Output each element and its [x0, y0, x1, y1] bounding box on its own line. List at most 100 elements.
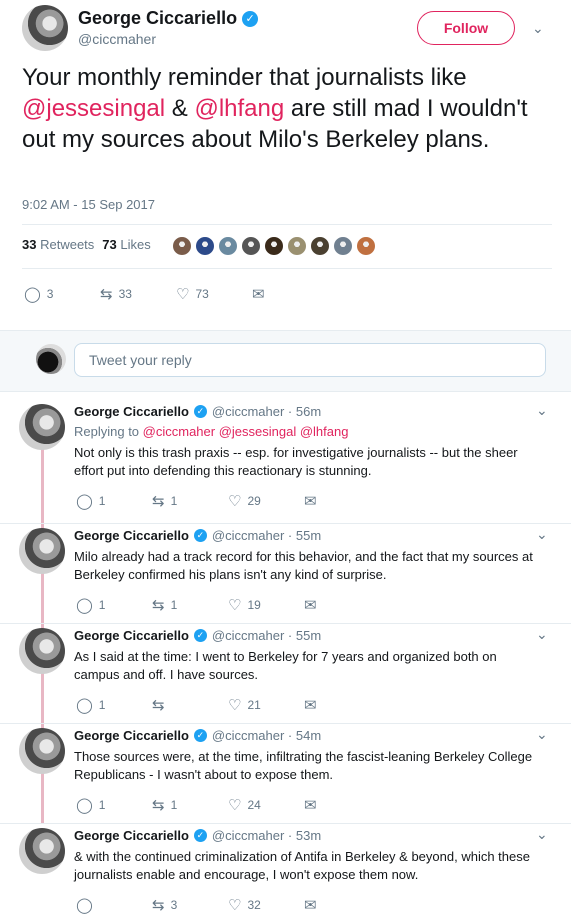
avatar[interactable]: [19, 828, 65, 874]
author-name[interactable]: George Ciccariello: [74, 828, 189, 843]
retweets-label: Retweets: [40, 237, 95, 252]
liker-avatar[interactable]: [264, 236, 284, 256]
dm-action[interactable]: ✉: [252, 285, 265, 303]
liker-avatar[interactable]: [333, 236, 353, 256]
author-name[interactable]: George Ciccariello: [74, 728, 189, 743]
retweet-action[interactable]: ⇆ 3: [152, 896, 228, 914]
likes-count: 73: [102, 237, 117, 252]
tweet-actions: ◯ 1 ⇆ 1 ♡ 19 ✉: [76, 596, 317, 614]
like-action[interactable]: ♡ 21: [228, 696, 304, 714]
author-handle[interactable]: @ciccmaher · 53m: [212, 828, 321, 843]
verified-icon: ✓: [193, 529, 207, 542]
avatar[interactable]: [19, 404, 65, 450]
author-name[interactable]: George Ciccariello: [74, 404, 189, 419]
chevron-down-icon[interactable]: ⌄: [536, 626, 548, 643]
avatar[interactable]: [19, 528, 65, 574]
dm-action[interactable]: ✉: [304, 896, 317, 914]
liker-avatar[interactable]: [241, 236, 261, 256]
like-count: 19: [247, 598, 261, 612]
mention-link[interactable]: @ciccmaher @jessesingal @lhfang: [143, 424, 349, 439]
dm-action[interactable]: ✉: [304, 696, 317, 714]
reply-tweet[interactable]: George Ciccariello ✓ @ciccmaher · 54m ⌄ Thos…: [0, 724, 571, 824]
likes-stat[interactable]: 73 Likes: [102, 237, 150, 252]
avatar[interactable]: [19, 628, 65, 674]
tweet-actions: ◯ ⇆ 3 ♡ 32 ✉: [76, 896, 317, 914]
chevron-down-icon[interactable]: ⌄: [532, 20, 544, 37]
mention-link[interactable]: @lhfang: [194, 95, 284, 122]
tweet-actions: ◯ 1 ⇆ 1 ♡ 29 ✉: [76, 492, 317, 510]
reply-input[interactable]: Tweet your reply: [74, 343, 546, 377]
retweet-count: 33: [118, 287, 132, 301]
reply-tweet[interactable]: George Ciccariello ✓ @ciccmaher · 55m ⌄ As I…: [0, 624, 571, 724]
retweet-count: 1: [170, 798, 178, 812]
author-handle[interactable]: @ciccmaher: [78, 31, 156, 47]
liker-avatar[interactable]: [310, 236, 330, 256]
reply-icon: ◯: [76, 797, 93, 814]
retweet-action[interactable]: ⇆: [152, 696, 228, 714]
like-action[interactable]: ♡ 29: [228, 492, 304, 510]
tweet-actions: ◯ 1 ⇆ 1 ♡ 24 ✉: [76, 796, 317, 814]
verified-icon: ✓: [193, 829, 207, 842]
dm-action[interactable]: ✉: [304, 596, 317, 614]
author-name[interactable]: George Ciccariello: [78, 8, 237, 29]
avatar[interactable]: [19, 728, 65, 774]
retweet-action[interactable]: ⇆ 1: [152, 492, 228, 510]
like-action[interactable]: ♡ 24: [228, 796, 304, 814]
user-avatar: [36, 344, 66, 374]
reply-tweet[interactable]: George Ciccariello ✓ @ciccmaher · 55m ⌄ Milo…: [0, 524, 571, 624]
retweet-action[interactable]: ⇆ 1: [152, 796, 228, 814]
reply-count: 1: [98, 698, 106, 712]
retweet-action[interactable]: ⇆ 33: [100, 285, 176, 303]
author-name[interactable]: George Ciccariello: [74, 528, 189, 543]
reply-action[interactable]: ◯ 3: [24, 285, 100, 303]
dm-action[interactable]: ✉: [304, 492, 317, 510]
author-handle[interactable]: @ciccmaher · 55m: [212, 628, 321, 643]
chevron-down-icon[interactable]: ⌄: [536, 826, 548, 843]
reply-action[interactable]: ◯ 1: [76, 696, 152, 714]
liker-avatars: [172, 236, 376, 256]
avatar[interactable]: [22, 5, 68, 51]
reply-tweet[interactable]: George Ciccariello ✓ @ciccmaher · 53m ⌄ & wi…: [0, 824, 571, 914]
tweet-text: Those sources were, at the time, infiltr…: [74, 749, 533, 782]
tweet-actions: ◯ 1 ⇆ ♡ 21 ✉: [76, 696, 317, 714]
reply-tweet[interactable]: George Ciccariello ✓ @ciccmaher · 56m ⌄ Repl…: [0, 400, 571, 524]
divider: [22, 224, 552, 225]
envelope-icon: ✉: [304, 493, 317, 510]
like-count: 32: [247, 898, 261, 912]
like-action[interactable]: ♡ 32: [228, 896, 304, 914]
liker-avatar[interactable]: [172, 236, 192, 256]
heart-icon: ♡: [176, 286, 190, 303]
follow-button[interactable]: Follow: [417, 11, 515, 45]
like-count: 21: [247, 698, 261, 712]
retweets-stat[interactable]: 33 Retweets: [22, 237, 94, 252]
dm-action[interactable]: ✉: [304, 796, 317, 814]
liker-avatar[interactable]: [287, 236, 307, 256]
timestamp[interactable]: 9:02 AM - 15 Sep 2017: [22, 197, 155, 212]
chevron-down-icon[interactable]: ⌄: [536, 402, 548, 419]
retweet-action[interactable]: ⇆ 1: [152, 596, 228, 614]
liker-avatar[interactable]: [218, 236, 238, 256]
tweet-header: George Ciccariello ✓ @ciccmaher · 56m: [74, 404, 321, 419]
author-handle[interactable]: @ciccmaher · 54m: [212, 728, 321, 743]
chevron-down-icon[interactable]: ⌄: [536, 726, 548, 743]
envelope-icon: ✉: [304, 897, 317, 914]
liker-avatar[interactable]: [195, 236, 215, 256]
main-tweet: George Ciccariello ✓ @ciccmaher Follow ⌄…: [0, 0, 571, 330]
author-handle[interactable]: @ciccmaher · 56m: [212, 404, 321, 419]
reply-action[interactable]: ◯ 1: [76, 596, 152, 614]
mention-link[interactable]: @jessesingal: [22, 95, 165, 122]
reply-action[interactable]: ◯ 1: [76, 492, 152, 510]
like-action[interactable]: ♡ 73: [176, 285, 252, 303]
chevron-down-icon[interactable]: ⌄: [536, 526, 548, 543]
reply-action[interactable]: ◯ 1: [76, 796, 152, 814]
like-action[interactable]: ♡ 19: [228, 596, 304, 614]
retweet-icon: ⇆: [152, 897, 165, 914]
verified-icon: ✓: [193, 729, 207, 742]
liker-avatar[interactable]: [356, 236, 376, 256]
reply-action[interactable]: ◯: [76, 896, 152, 914]
author-handle[interactable]: @ciccmaher · 55m: [212, 528, 321, 543]
author-name[interactable]: George Ciccariello: [74, 628, 189, 643]
likes-label: Likes: [120, 237, 151, 252]
engagement-stats: 33 Retweets 73 Likes: [22, 237, 151, 252]
heart-icon: ♡: [228, 897, 242, 914]
